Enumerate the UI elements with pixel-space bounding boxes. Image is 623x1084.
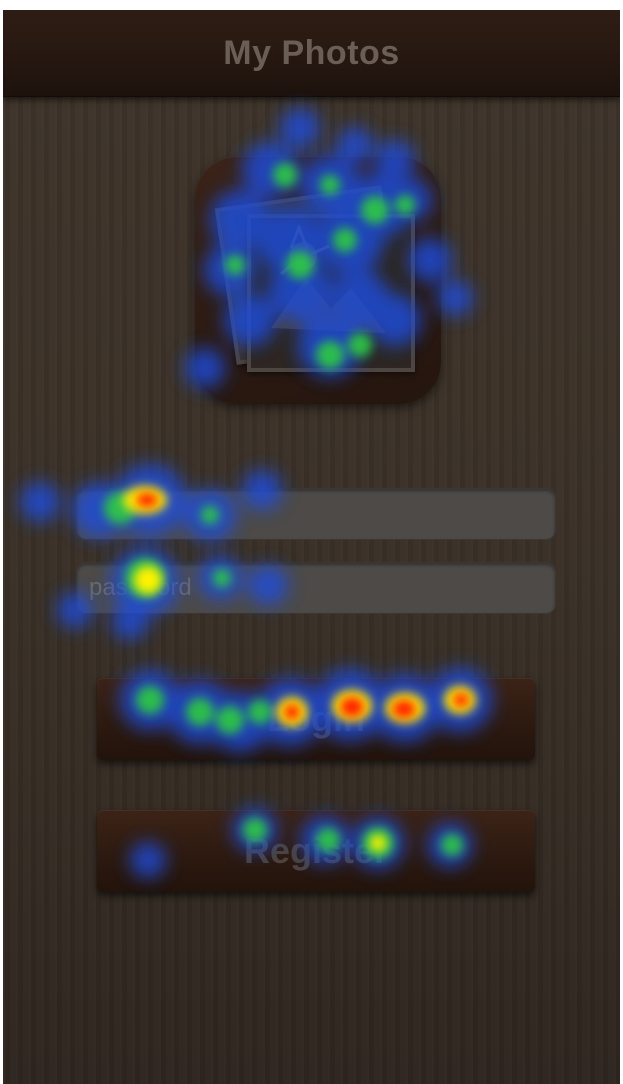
password-field[interactable] xyxy=(76,562,556,614)
phone-screen: My Photos Login Register xyxy=(3,10,620,1084)
photo-stack-front xyxy=(247,214,415,372)
photo-icon xyxy=(271,223,386,333)
register-button[interactable]: Register xyxy=(97,810,535,892)
username-field[interactable] xyxy=(76,488,556,540)
photos-app-icon xyxy=(195,156,441,404)
login-button[interactable]: Login xyxy=(97,678,535,760)
page-title: My Photos xyxy=(223,34,400,72)
navigation-bar: My Photos xyxy=(3,10,620,97)
